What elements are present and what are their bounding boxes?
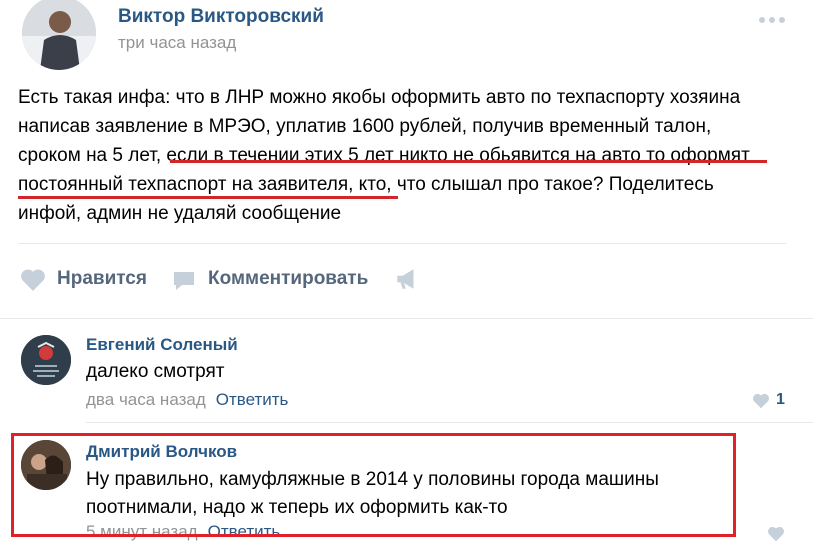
comment-icon xyxy=(174,272,194,290)
post-menu-icon[interactable] xyxy=(755,10,785,28)
comment-text-line: далеко смотрят xyxy=(86,361,225,382)
post-text-line: Есть такая инфа: что в ЛНР можно якобы о… xyxy=(18,87,741,108)
annotation-highlight-box xyxy=(11,433,736,537)
comment-label: Комментировать xyxy=(208,268,369,289)
post-text-line: написав заявление в МРЭО, уплатив 1600 р… xyxy=(18,116,712,137)
comment-author-name[interactable]: Евгений Соленый xyxy=(86,335,238,355)
annotation-underline xyxy=(170,160,767,163)
comment-time[interactable]: два часа назад xyxy=(86,390,206,409)
heart-icon xyxy=(21,269,45,291)
comment-like-count: 1 xyxy=(776,391,785,408)
post-text-line: постоянный техпаспорт на заявителя, кто,… xyxy=(18,174,714,195)
post-text-line: сроком на 5 лет, если в течении этих 5 л… xyxy=(18,145,750,166)
avatar-logo-icon xyxy=(21,335,71,385)
annotation-underline xyxy=(18,196,398,199)
post-time[interactable]: три часа назад xyxy=(118,33,236,53)
comment-meta: два часа назад Ответить xyxy=(86,390,288,410)
post-author-name[interactable]: Виктор Викторовский xyxy=(118,6,324,28)
share-button[interactable] xyxy=(394,266,420,294)
post-text: Есть такая инфа: что в ЛНР можно якобы о… xyxy=(18,83,793,228)
megaphone-icon xyxy=(397,269,414,289)
comment-like-button[interactable]: 1 xyxy=(752,391,792,410)
comment-like-button[interactable] xyxy=(767,526,785,542)
avatar-photo-icon xyxy=(22,0,96,70)
comments-divider xyxy=(0,318,813,319)
comment-text: далеко смотрят xyxy=(86,358,224,386)
comment-avatar[interactable] xyxy=(21,335,71,385)
heart-icon xyxy=(753,393,769,409)
post-divider xyxy=(18,243,786,244)
comment-divider xyxy=(86,422,813,423)
like-label: Нравится xyxy=(57,268,147,289)
heart-icon xyxy=(768,526,784,542)
reply-button[interactable]: Ответить xyxy=(216,390,289,409)
post-author-avatar[interactable] xyxy=(22,0,96,70)
post-text-line: инфой, админ не удаляй сообщение xyxy=(18,203,342,224)
